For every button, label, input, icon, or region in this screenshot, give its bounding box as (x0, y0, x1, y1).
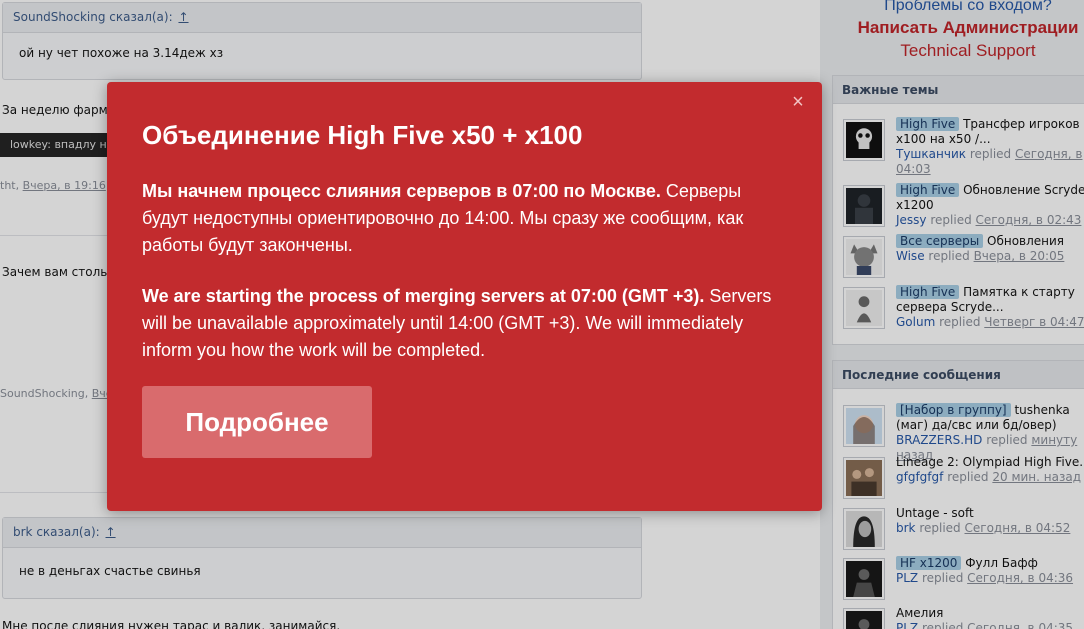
announcement-en-bold: We are starting the process of merging s… (142, 286, 705, 306)
close-icon[interactable]: × (788, 92, 808, 112)
announcement-modal: × Объединение High Five x50 + x100 Мы на… (107, 82, 822, 511)
modal-title: Объединение High Five x50 + x100 (142, 120, 583, 150)
announcement-ru-bold: Мы начнем процесс слияния серверов в 07:… (142, 181, 661, 201)
announcement-russian: Мы начнем процесс слияния серверов в 07:… (142, 178, 782, 259)
more-info-button[interactable]: Подробнее (142, 386, 372, 458)
announcement-english: We are starting the process of merging s… (142, 283, 782, 364)
